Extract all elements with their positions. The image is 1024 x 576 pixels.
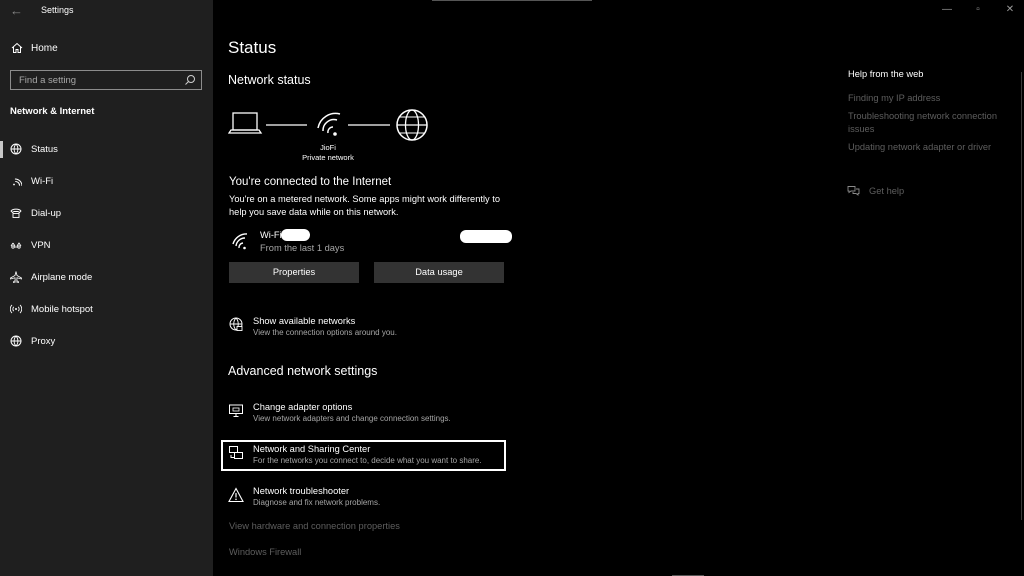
sidebar-item-label: Wi-Fi — [31, 176, 54, 187]
warning-icon — [228, 487, 244, 503]
sidebar-item-label: Dial-up — [31, 208, 62, 219]
wifi-connection-label: Wi-Fi — [260, 230, 282, 240]
airplane-icon — [10, 271, 22, 283]
close-button[interactable]: ✕ — [1003, 4, 1017, 15]
vpn-icon — [10, 242, 22, 249]
network-type: Private network — [302, 153, 354, 162]
change-adapter-options-link[interactable]: Change adapter options View network adap… — [228, 402, 518, 428]
get-help-link[interactable]: Get help — [847, 184, 967, 200]
scrollbar-track[interactable] — [1021, 72, 1022, 520]
sidebar-item-label: Proxy — [31, 336, 56, 347]
app-title: Settings — [41, 5, 74, 15]
sidebar-item-status[interactable]: Status — [0, 138, 213, 162]
network-name: JioFi — [320, 143, 336, 152]
page-title: Status — [228, 38, 277, 57]
network-troubleshooter-link[interactable]: Network troubleshooter Diagnose and fix … — [228, 486, 518, 512]
search-icon[interactable] — [184, 74, 196, 86]
laptop-icon — [228, 112, 263, 134]
redacted-network-name — [281, 229, 310, 241]
help-link-updating-adapter[interactable]: Updating network adapter or driver — [848, 141, 1008, 154]
search-box[interactable] — [10, 70, 202, 90]
globe-icon — [10, 143, 22, 155]
help-from-web-heading: Help from the web — [848, 69, 924, 79]
hotspot-icon — [10, 304, 22, 314]
section-title: Network & Internet — [10, 106, 95, 117]
properties-button[interactable]: Properties — [229, 262, 359, 283]
view-hardware-properties-link[interactable]: View hardware and connection properties — [229, 521, 400, 531]
redacted-data-usage — [460, 230, 512, 243]
windows-firewall-link[interactable]: Windows Firewall — [229, 547, 301, 557]
internet-globe-icon — [396, 109, 428, 141]
globe-icon — [10, 335, 22, 347]
help-link-ip-address[interactable]: Finding my IP address — [848, 92, 1008, 105]
back-arrow-icon[interactable]: ← — [10, 3, 23, 19]
adapter-icon — [229, 404, 243, 417]
connection-status-title: You're connected to the Internet — [229, 176, 392, 188]
link-description: View network adapters and change connect… — [253, 414, 451, 423]
network-status-heading: Network status — [228, 73, 311, 87]
wifi-icon — [232, 233, 248, 250]
sidebar-item-mobile-hotspot[interactable]: Mobile hotspot — [0, 298, 213, 322]
title-drag-region — [432, 0, 592, 1]
minimize-button[interactable]: — — [940, 4, 954, 15]
link-title: Change adapter options — [253, 402, 353, 412]
sidebar-item-label: Mobile hotspot — [31, 304, 93, 315]
sidebar-item-label: VPN — [31, 240, 51, 251]
sidebar: ← Settings Home Network & Internet Statu… — [0, 0, 213, 576]
maximize-button[interactable]: ▫ — [971, 4, 985, 15]
sidebar-item-dialup[interactable]: Dial-up — [0, 202, 213, 226]
chat-bubble-icon — [847, 186, 860, 196]
sidebar-item-airplane-mode[interactable]: Airplane mode — [0, 266, 213, 290]
sidebar-item-wifi[interactable]: Wi-Fi — [0, 170, 213, 194]
sidebar-item-home[interactable]: Home — [0, 39, 213, 59]
sidebar-item-vpn[interactable]: VPN — [0, 234, 213, 258]
wifi-connection-duration: From the last 1 days — [260, 243, 345, 253]
wifi-icon — [13, 178, 22, 187]
sidebar-item-label: Status — [31, 144, 58, 155]
sidebar-item-proxy[interactable]: Proxy — [0, 330, 213, 354]
connection-status-description: You're on a metered network. Some apps m… — [229, 194, 501, 217]
help-link-troubleshooting[interactable]: Troubleshooting network connection issue… — [848, 110, 1008, 135]
dialup-icon — [10, 208, 22, 218]
get-help-label: Get help — [869, 186, 905, 196]
title-bar: ← Settings — [0, 0, 213, 22]
advanced-network-settings-heading: Advanced network settings — [228, 364, 378, 378]
search-input[interactable] — [11, 71, 181, 89]
link-description: View the connection options around you. — [253, 328, 397, 337]
link-title: Network troubleshooter — [253, 486, 350, 496]
sidebar-item-label: Airplane mode — [31, 272, 93, 283]
show-available-networks-link[interactable]: Show available networks View the connect… — [228, 316, 518, 342]
sidebar-item-label: Home — [31, 43, 58, 54]
link-title: Show available networks — [253, 316, 356, 326]
home-icon — [11, 42, 23, 53]
highlight-box — [221, 440, 506, 471]
wifi-signal-icon — [317, 112, 341, 136]
data-usage-button[interactable]: Data usage — [374, 262, 504, 283]
globe-icon — [229, 317, 243, 331]
link-description: Diagnose and fix network problems. — [253, 498, 381, 507]
